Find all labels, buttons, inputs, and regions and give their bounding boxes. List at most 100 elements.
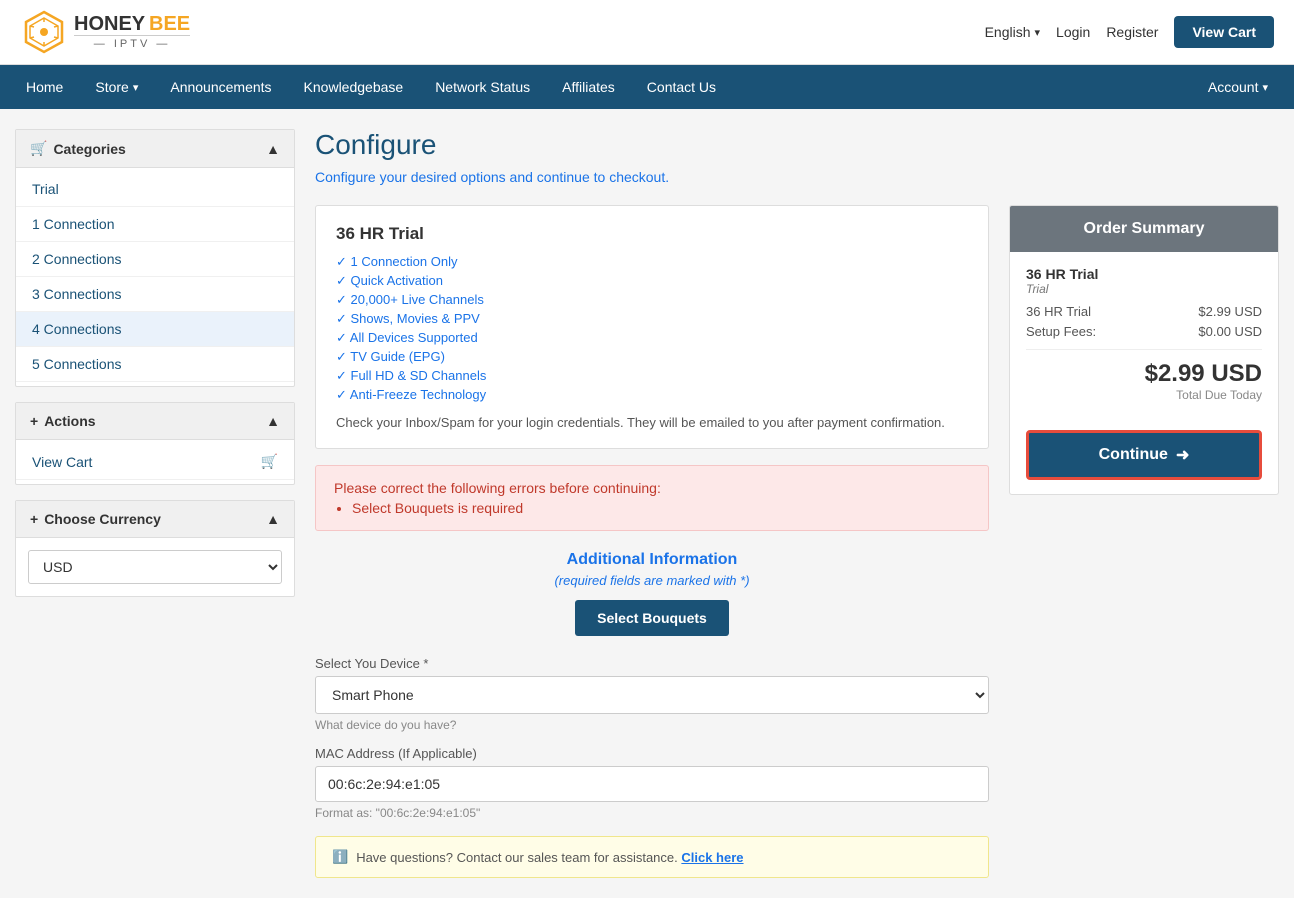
cart-icon: 🛒 xyxy=(261,453,278,470)
additional-section: Additional Information (required fields … xyxy=(315,551,989,820)
device-form-group: Select You Device * Smart Phone Android … xyxy=(315,656,989,732)
continue-btn-wrapper: Continue ➜ xyxy=(1010,416,1278,494)
product-note: Check your Inbox/Spam for your login cre… xyxy=(336,415,968,430)
page-subtitle: Configure your desired options and conti… xyxy=(315,169,1279,185)
content-main: 36 HR Trial ✓ 1 Connection Only ✓ Quick … xyxy=(315,205,989,878)
nav-announcements[interactable]: Announcements xyxy=(154,65,287,109)
sidebar-item-4conn[interactable]: 4 Connections xyxy=(16,312,294,347)
order-product-name: 36 HR Trial xyxy=(1026,266,1262,282)
language-selector[interactable]: English ▾ xyxy=(985,24,1040,40)
currency-section: + Choose Currency ▲ USD EUR GBP xyxy=(15,500,295,597)
feature-2: ✓ Quick Activation xyxy=(336,273,968,289)
currency-body: USD EUR GBP xyxy=(16,538,294,596)
chevron-down-icon: ▾ xyxy=(1262,81,1268,94)
help-box: ℹ️ Have questions? Contact our sales tea… xyxy=(315,836,989,878)
chevron-down-icon: ▾ xyxy=(1035,26,1041,39)
additional-subtitle: (required fields are marked with *) xyxy=(315,573,989,588)
feature-5: ✓ All Devices Supported xyxy=(336,330,968,346)
feature-4: ✓ Shows, Movies & PPV xyxy=(336,311,968,327)
plus-icon: + xyxy=(30,511,38,527)
order-line-1: 36 HR Trial $2.99 USD xyxy=(1026,304,1262,319)
product-title: 36 HR Trial xyxy=(336,224,968,244)
continue-button[interactable]: Continue ➜ xyxy=(1026,430,1262,480)
feature-6: ✓ TV Guide (EPG) xyxy=(336,349,968,365)
login-link[interactable]: Login xyxy=(1056,24,1090,40)
order-divider xyxy=(1026,349,1262,350)
nav-right: Account ▾ xyxy=(1192,65,1284,109)
order-line1-label: 36 HR Trial xyxy=(1026,304,1091,319)
product-card: 36 HR Trial ✓ 1 Connection Only ✓ Quick … xyxy=(315,205,989,449)
register-link[interactable]: Register xyxy=(1106,24,1158,40)
sidebar-item-view-cart[interactable]: View Cart 🛒 xyxy=(16,444,294,480)
product-features: ✓ 1 Connection Only ✓ Quick Activation ✓… xyxy=(336,254,968,403)
error-title: Please correct the following errors befo… xyxy=(334,480,970,496)
sidebar-item-1conn[interactable]: 1 Connection xyxy=(16,207,294,242)
error-item-0: Select Bouquets is required xyxy=(352,500,970,516)
mac-label: MAC Address (If Applicable) xyxy=(315,746,989,761)
mac-hint: Format as: "00:6c:2e:94:e1:05" xyxy=(315,806,989,820)
order-product-type: Trial xyxy=(1026,282,1262,296)
nav-bar: Home Store ▾ Announcements Knowledgebase… xyxy=(0,65,1294,109)
top-right-links: English ▾ Login Register View Cart xyxy=(985,16,1274,48)
logo-honey: HONEY xyxy=(74,13,145,35)
actions-list: View Cart 🛒 xyxy=(16,440,294,484)
order-summary-body: 36 HR Trial Trial 36 HR Trial $2.99 USD … xyxy=(1010,252,1278,416)
plus-icon: + xyxy=(30,413,38,429)
select-bouquets-button[interactable]: Select Bouquets xyxy=(575,600,729,636)
device-select[interactable]: Smart Phone Android Box Amazon Fire Stic… xyxy=(315,676,989,714)
actions-section: + Actions ▲ View Cart 🛒 xyxy=(15,402,295,485)
chevron-up-icon: ▲ xyxy=(266,511,280,527)
sidebar-item-2conn[interactable]: 2 Connections xyxy=(16,242,294,277)
nav-affiliates[interactable]: Affiliates xyxy=(546,65,631,109)
nav-account[interactable]: Account ▾ xyxy=(1192,65,1284,109)
order-summary: Order Summary 36 HR Trial Trial 36 HR Tr… xyxy=(1009,205,1279,495)
feature-8: ✓ Anti-Freeze Technology xyxy=(336,387,968,403)
chevron-up-icon: ▲ xyxy=(266,141,280,157)
nav-left: Home Store ▾ Announcements Knowledgebase… xyxy=(10,65,732,109)
nav-store[interactable]: Store ▾ xyxy=(79,65,154,109)
help-link[interactable]: Click here xyxy=(681,850,743,865)
content-with-summary: 36 HR Trial ✓ 1 Connection Only ✓ Quick … xyxy=(315,205,1279,878)
nav-network-status[interactable]: Network Status xyxy=(419,65,546,109)
sidebar-item-5conn[interactable]: 5 Connections xyxy=(16,347,294,382)
top-bar: HONEY BEE — IPTV — English ▾ Login Regis… xyxy=(0,0,1294,65)
order-total: $2.99 USD xyxy=(1026,360,1262,388)
categories-header: 🛒 Categories ▲ xyxy=(16,130,294,168)
logo-text: HONEY BEE — IPTV — xyxy=(74,13,190,50)
order-line2-label: Setup Fees: xyxy=(1026,324,1096,339)
nav-home[interactable]: Home xyxy=(10,65,79,109)
order-summary-header: Order Summary xyxy=(1010,206,1278,252)
order-total-label: Total Due Today xyxy=(1026,388,1262,402)
device-label: Select You Device * xyxy=(315,656,989,671)
categories-list: Trial 1 Connection 2 Connections 3 Conne… xyxy=(16,168,294,386)
order-line2-price: $0.00 USD xyxy=(1198,324,1262,339)
feature-3: ✓ 20,000+ Live Channels xyxy=(336,292,968,308)
categories-section: 🛒 Categories ▲ Trial 1 Connection 2 Conn… xyxy=(15,129,295,387)
content-area: Configure Configure your desired options… xyxy=(315,129,1279,878)
nav-knowledgebase[interactable]: Knowledgebase xyxy=(288,65,420,109)
mac-form-group: MAC Address (If Applicable) Format as: "… xyxy=(315,746,989,820)
feature-1: ✓ 1 Connection Only xyxy=(336,254,968,270)
chevron-down-icon: ▾ xyxy=(133,81,139,94)
order-line-2: Setup Fees: $0.00 USD xyxy=(1026,324,1262,339)
feature-7: ✓ Full HD & SD Channels xyxy=(336,368,968,384)
arrow-right-icon: ➜ xyxy=(1176,445,1189,465)
logo-iptv: — IPTV — xyxy=(74,35,190,50)
help-text: Have questions? Contact our sales team f… xyxy=(356,850,743,865)
page-title: Configure xyxy=(315,129,1279,161)
info-icon: ℹ️ xyxy=(332,849,348,865)
logo: HONEY BEE — IPTV — xyxy=(20,8,190,56)
nav-contact-us[interactable]: Contact Us xyxy=(631,65,732,109)
sidebar: 🛒 Categories ▲ Trial 1 Connection 2 Conn… xyxy=(15,129,295,878)
currency-select[interactable]: USD EUR GBP xyxy=(28,550,282,584)
sidebar-item-trial[interactable]: Trial xyxy=(16,172,294,207)
order-line1-price: $2.99 USD xyxy=(1198,304,1262,319)
cart-icon: 🛒 xyxy=(30,140,47,157)
currency-header: + Choose Currency ▲ xyxy=(16,501,294,538)
logo-icon xyxy=(20,8,68,56)
error-box: Please correct the following errors befo… xyxy=(315,465,989,531)
view-cart-button-top[interactable]: View Cart xyxy=(1174,16,1274,48)
logo-bee: BEE xyxy=(149,13,190,35)
sidebar-item-3conn[interactable]: 3 Connections xyxy=(16,277,294,312)
mac-input[interactable] xyxy=(315,766,989,802)
